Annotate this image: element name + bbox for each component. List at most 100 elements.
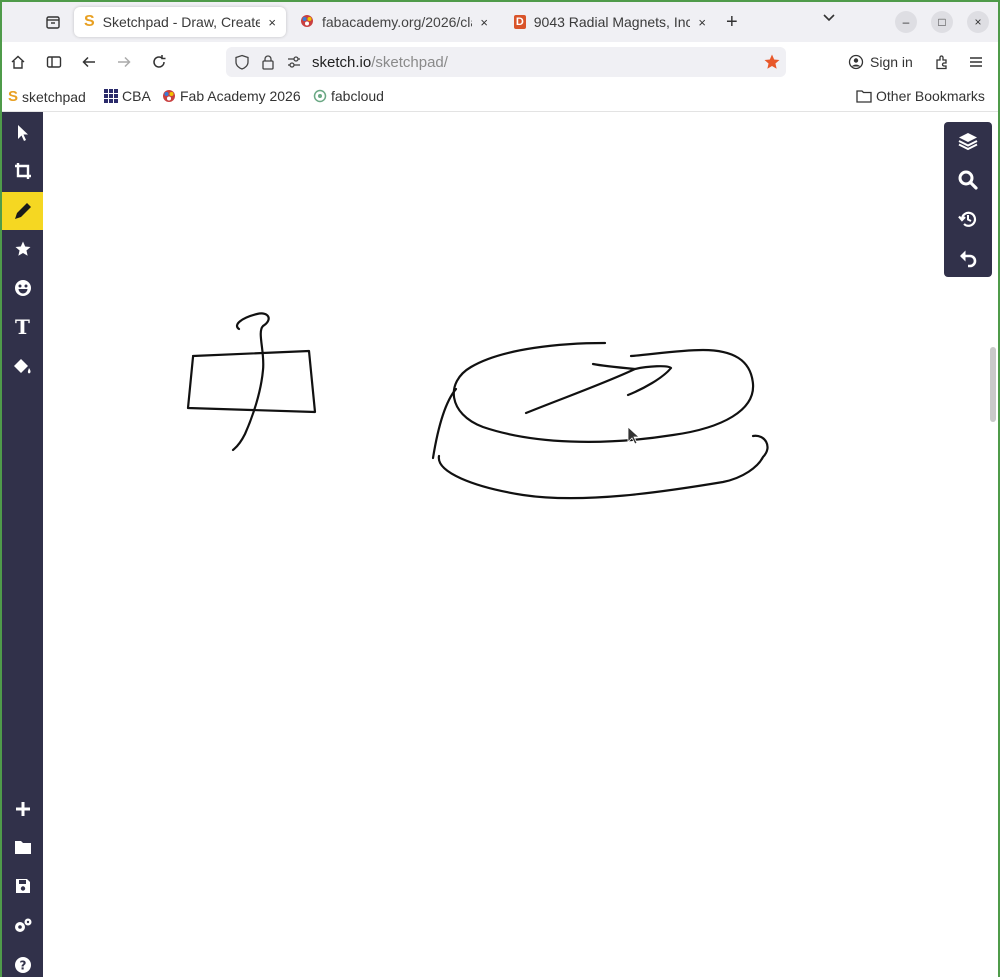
- svg-text:?: ?: [19, 959, 26, 973]
- bookmark-label: Fab Academy 2026: [180, 88, 301, 104]
- tab-close-icon[interactable]: ×: [268, 15, 276, 30]
- emoji-icon: [14, 280, 31, 296]
- layers-button[interactable]: [944, 122, 992, 160]
- bookmark-label: sketchpad: [22, 88, 86, 105]
- tab-fabacademy[interactable]: fabacademy.org/2026/cla ×: [290, 7, 498, 37]
- emoji-tool-button[interactable]: [2, 269, 43, 307]
- bookmark-fab-academy[interactable]: Fab Academy 2026: [162, 88, 301, 104]
- sidebar-toggle-icon[interactable]: [42, 50, 66, 74]
- history-icon: [958, 211, 977, 227]
- crop-icon: [14, 163, 31, 179]
- bookmark-label: fabcloud: [331, 88, 384, 104]
- stamp-tool-button[interactable]: [2, 230, 43, 268]
- select-icon: [17, 125, 28, 141]
- radial-magnets-favicon-icon: D: [514, 15, 526, 29]
- tab-sketchpad[interactable]: S Sketchpad - Draw, Create ×: [74, 7, 286, 37]
- fabcloud-icon: [313, 89, 327, 103]
- settings-icon: [14, 918, 31, 932]
- sketch-stroke-bottom: [437, 434, 769, 500]
- other-bookmarks-label: Other Bookmarks: [876, 88, 985, 104]
- help-button[interactable]: ?: [2, 946, 43, 977]
- text-tool-button[interactable]: T: [2, 308, 43, 346]
- fill-icon: [13, 359, 31, 374]
- fab-academy-icon: [163, 90, 175, 102]
- forward-arrow-icon[interactable]: [112, 50, 136, 74]
- crop-tool-button[interactable]: [2, 152, 43, 190]
- url-path: /sketchpad/: [371, 53, 448, 71]
- bookmark-fabcloud[interactable]: fabcloud: [313, 88, 384, 104]
- save-button[interactable]: [2, 867, 43, 905]
- add-button[interactable]: [2, 790, 43, 828]
- sketch-stroke-arrow: [524, 362, 673, 415]
- fab-academy-favicon-icon: [300, 14, 314, 31]
- sketch-stroke-side: [431, 387, 458, 460]
- back-arrow-icon[interactable]: [77, 50, 101, 74]
- fill-tool-button[interactable]: [2, 348, 43, 386]
- tab-close-icon[interactable]: ×: [698, 15, 706, 30]
- tab-radial-magnets[interactable]: D 9043 Radial Magnets, Inc ×: [504, 7, 716, 37]
- tab-list-button[interactable]: [38, 7, 68, 37]
- tab-list-icon: [46, 16, 60, 29]
- undo-button[interactable]: [944, 239, 992, 277]
- tab-title: fabacademy.org/2026/cla: [322, 14, 473, 30]
- layers-icon: [958, 133, 978, 151]
- add-icon: [15, 802, 30, 816]
- close-window-button[interactable]: ×: [967, 11, 989, 33]
- tab-strip: S Sketchpad - Draw, Create × fabacademy.…: [2, 2, 998, 42]
- menu-icon[interactable]: [964, 50, 988, 74]
- account-icon: [848, 54, 864, 70]
- undo-icon: [960, 250, 977, 268]
- tab-close-icon[interactable]: ×: [480, 15, 488, 30]
- sketch-drawing: [186, 312, 769, 500]
- lock-icon[interactable]: [256, 50, 280, 74]
- help-icon: ?: [14, 957, 31, 973]
- text-icon: T: [15, 315, 30, 339]
- open-button[interactable]: [2, 828, 43, 866]
- grid-icon: [104, 89, 118, 103]
- sketchpad-favicon-icon: S: [84, 13, 95, 30]
- sign-in-label: Sign in: [870, 54, 913, 70]
- sketch-stroke-loop-line: [231, 312, 270, 452]
- sign-in-button[interactable]: Sign in: [840, 49, 921, 75]
- settings-button[interactable]: [2, 907, 43, 945]
- save-icon: [15, 879, 30, 893]
- tracking-protection-icon[interactable]: [230, 50, 254, 74]
- folder-icon: [14, 841, 31, 854]
- tab-title: 9043 Radial Magnets, Inc: [533, 14, 691, 30]
- url-text: sketch.io/sketchpad/: [312, 54, 448, 71]
- extensions-icon[interactable]: [930, 50, 954, 74]
- new-tab-button[interactable]: +: [726, 11, 738, 34]
- pencil-icon: [14, 203, 31, 219]
- bookmarks-bar: S sketchpad CBA Fab Academy 2026 fabclou…: [2, 82, 998, 112]
- minimize-button[interactable]: –: [895, 11, 917, 33]
- url-domain: sketch.io: [312, 53, 372, 71]
- bookmark-cba[interactable]: CBA: [104, 88, 151, 104]
- maximize-button[interactable]: □: [931, 11, 953, 33]
- page-scrollbar[interactable]: [990, 347, 996, 422]
- navigation-bar: sketch.io/sketchpad/ Sign in: [2, 42, 998, 82]
- bookmark-star-icon[interactable]: [760, 50, 784, 74]
- select-tool-button[interactable]: [2, 114, 43, 152]
- reload-icon[interactable]: [147, 50, 171, 74]
- zoom-icon: [958, 170, 978, 190]
- other-bookmarks[interactable]: Other Bookmarks: [856, 88, 985, 104]
- mouse-cursor-icon: [627, 426, 641, 445]
- star-icon: [15, 241, 30, 256]
- pencil-tool-button[interactable]: [2, 192, 43, 230]
- zoom-button[interactable]: [944, 161, 992, 199]
- left-toolbar: T ?: [2, 112, 43, 977]
- tab-title: Sketchpad - Draw, Create: [102, 14, 261, 30]
- permissions-icon[interactable]: [282, 50, 306, 74]
- folder-icon: [856, 90, 872, 103]
- bookmark-sketchpad[interactable]: S sketchpad: [8, 88, 86, 105]
- bookmark-label: CBA: [122, 88, 151, 104]
- drawing-canvas[interactable]: [43, 112, 998, 977]
- sketch-stroke-rectangle: [186, 349, 317, 414]
- history-button[interactable]: [944, 200, 992, 238]
- right-toolbar: [944, 122, 992, 277]
- url-bar[interactable]: sketch.io/sketchpad/: [226, 47, 786, 77]
- sketchpad-logo-icon: S: [8, 88, 19, 105]
- sketch-stroke-ellipse-top: [452, 341, 755, 443]
- home-icon[interactable]: [6, 50, 30, 74]
- chevron-down-icon[interactable]: [822, 10, 836, 26]
